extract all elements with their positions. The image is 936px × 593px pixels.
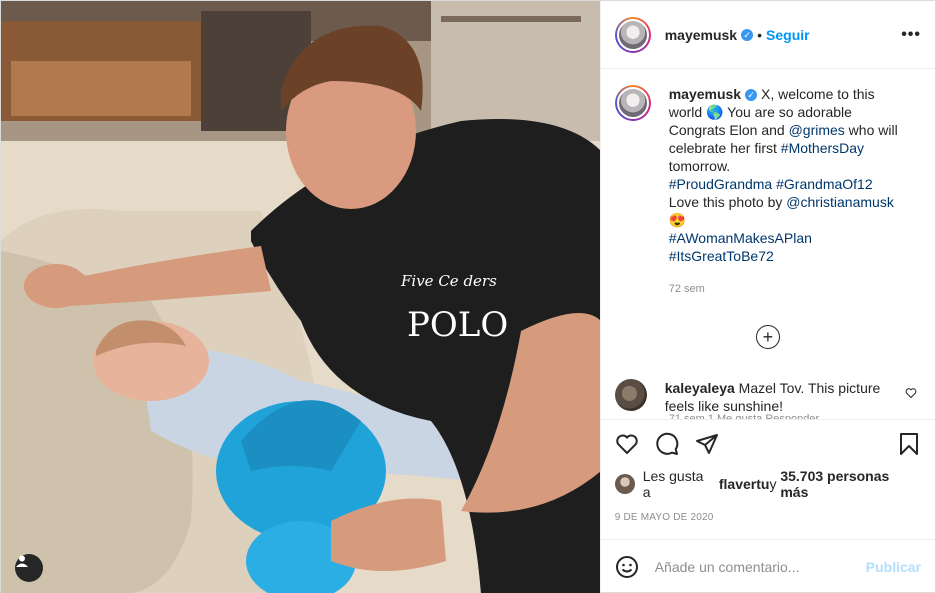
comment-item: kaleyaleya Mazel Tov. This picture feels… [614, 379, 921, 415]
comment-meta-partial: 71 sem 1 Me gusta Responder [668, 413, 820, 419]
heart-icon[interactable] [615, 432, 639, 456]
user-tag-icon[interactable] [15, 554, 43, 582]
likes-count[interactable]: 35.703 personas más [780, 468, 921, 500]
hashtag-awomanmakesaplan[interactable]: #AWomanMakesAPlan [669, 230, 812, 246]
plus-circle-icon[interactable]: + [755, 325, 780, 349]
comment-username[interactable]: kaleyaleya [665, 380, 735, 396]
caption-text-3: Congrats Elon and [668, 122, 789, 138]
emoji-icon[interactable] [615, 555, 639, 579]
comments-area[interactable]: mayemusk ✓ X, welcome to this world 🌎 You… [601, 69, 935, 419]
caption-text-5: tomorrow. [668, 158, 731, 174]
post-date[interactable]: 9 de mayo de 2020 [615, 512, 921, 523]
verified-badge-icon: ✓ [745, 89, 758, 102]
photo-illustration: Five Ce ders POLO [1, 1, 600, 593]
hashtag-itsgreattobe72[interactable]: #ItsGreatToBe72 [669, 248, 774, 264]
actions-section: Les gusta a flavertu y 35.703 personas m… [600, 419, 935, 539]
comment-like-heart-icon[interactable] [905, 387, 917, 399]
bookmark-icon[interactable] [897, 432, 921, 456]
likes-line: Les gusta a flavertu y 35.703 personas m… [614, 468, 921, 500]
add-comment-bar: Añade un comentario... Publicar [600, 539, 935, 593]
post-header: mayemusk ✓ • Seguir ••• [600, 1, 935, 69]
separator-dot: • [757, 26, 763, 43]
liker-avatar[interactable] [614, 474, 635, 494]
verified-badge-icon: ✓ [741, 28, 754, 41]
hashtag-proudgrandma[interactable]: #ProudGrandma [669, 176, 773, 192]
mention-grimes[interactable]: @grimes [789, 122, 845, 138]
shirt-print-top: Five Ce ders [400, 272, 497, 290]
comment-icon[interactable] [655, 432, 679, 456]
post-photo[interactable]: Five Ce ders POLO [1, 1, 600, 593]
avatar[interactable] [614, 16, 651, 53]
caption-avatar[interactable] [614, 85, 651, 121]
comment-input[interactable]: Añade un comentario... [655, 559, 866, 575]
caption-text: mayemusk ✓ X, welcome to this world 🌎 You… [669, 85, 905, 265]
hashtag-mothersday[interactable]: #MothersDay [781, 140, 864, 156]
shirt-print-main: POLO [407, 305, 508, 345]
action-icons [615, 420, 921, 468]
post-sidebar: mayemusk ✓ • Seguir ••• mayemusk ✓ X, wel… [599, 1, 935, 593]
header-username[interactable]: mayemusk [665, 27, 737, 43]
smile-emoji: 😍 [668, 212, 687, 228]
more-options-icon[interactable]: ••• [901, 26, 921, 44]
comment-avatar[interactable] [614, 379, 647, 411]
likes-prefix: Les gusta a [642, 468, 704, 500]
caption-username[interactable]: mayemusk [669, 86, 741, 102]
mention-christianamusk[interactable]: @christianamusk [786, 194, 894, 210]
caption-text-6: Love this photo by [668, 194, 787, 210]
send-icon[interactable] [695, 432, 719, 456]
globe-emoji: 🌎 [706, 104, 724, 120]
post-modal: Five Ce ders POLO mayemusk ✓ • Seguir ••… [0, 0, 936, 593]
hashtag-grandmaof12[interactable]: #GrandmaOf12 [776, 176, 873, 192]
follow-button[interactable]: Seguir [766, 27, 810, 43]
caption-text-2: You are so adorable [723, 104, 852, 120]
likes-middle: y [769, 476, 777, 492]
publish-button[interactable]: Publicar [866, 559, 921, 575]
likes-user[interactable]: flavertu [719, 476, 770, 492]
comment-text: kaleyaleya Mazel Tov. This picture feels… [665, 379, 885, 415]
caption-time: 72 sem [668, 283, 705, 295]
caption: mayemusk ✓ X, welcome to this world 🌎 You… [614, 85, 921, 265]
